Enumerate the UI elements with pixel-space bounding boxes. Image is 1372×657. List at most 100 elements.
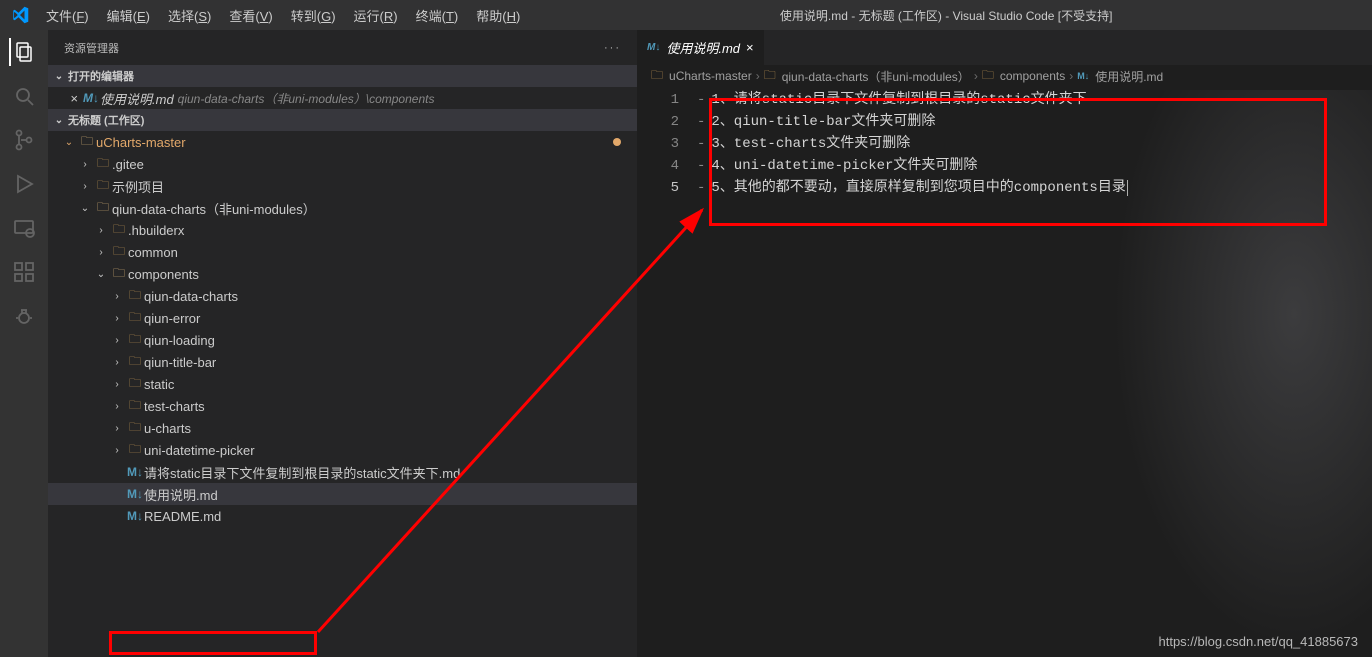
menu-item[interactable]: 编辑(E)	[99, 2, 158, 29]
line-number: 2	[637, 111, 679, 133]
tree-file[interactable]: M↓使用说明.md	[48, 483, 637, 505]
extensions-icon[interactable]	[10, 258, 38, 286]
source-control-icon[interactable]	[10, 126, 38, 154]
markdown-icon: M↓	[647, 42, 660, 53]
chevron-right-icon: ›	[110, 291, 124, 302]
line-number: 3	[637, 133, 679, 155]
markdown-icon: M↓	[126, 509, 144, 523]
chevron-right-icon: ›	[78, 159, 92, 170]
line-numbers: 12345	[637, 87, 697, 657]
activity-bar	[0, 30, 48, 657]
chevron-right-icon: ›	[756, 69, 760, 83]
run-debug-icon[interactable]	[10, 170, 38, 198]
markdown-icon: M↓	[126, 487, 144, 501]
tree-folder[interactable]: ⌄🗀components	[48, 263, 637, 285]
tree-folder[interactable]: ›🗀qiun-error	[48, 307, 637, 329]
chevron-right-icon: ›	[110, 445, 124, 456]
titlebar: 文件(F)编辑(E)选择(S)查看(V)转到(G)运行(R)终端(T)帮助(H)…	[0, 0, 1372, 30]
close-icon[interactable]: ×	[746, 40, 754, 55]
menu-item[interactable]: 运行(R)	[346, 2, 406, 29]
tree-folder[interactable]: ›🗀static	[48, 373, 637, 395]
tree-folder[interactable]: ›🗀.hbuilderx	[48, 219, 637, 241]
folder-icon: 🗀	[94, 154, 112, 175]
breadcrumb-item[interactable]: components	[1000, 69, 1065, 83]
sidebar-title: 资源管理器	[64, 40, 119, 56]
line-number: 4	[637, 155, 679, 177]
menu-item[interactable]: 文件(F)	[38, 2, 97, 29]
chevron-right-icon: ›	[110, 401, 124, 412]
git-modified-dot-icon	[613, 138, 621, 146]
menu-bar: 文件(F)编辑(E)选择(S)查看(V)转到(G)运行(R)终端(T)帮助(H)	[38, 2, 528, 29]
open-editors-section[interactable]: ⌄ 打开的编辑器	[48, 65, 637, 87]
folder-icon: 🗀	[982, 66, 994, 87]
tree-folder-root[interactable]: ⌄ 🗀 uCharts-master	[48, 131, 637, 153]
sidebar-header: 资源管理器 ···	[48, 30, 637, 65]
markdown-icon: M↓	[82, 91, 100, 105]
chevron-right-icon: ›	[110, 379, 124, 390]
folder-open-icon: 🗀	[110, 264, 128, 285]
folder-icon: 🗀	[764, 66, 776, 87]
folder-icon: 🗀	[94, 176, 112, 197]
tree-folder[interactable]: ›🗀test-charts	[48, 395, 637, 417]
menu-item[interactable]: 终端(T)	[408, 2, 467, 29]
tree-folder[interactable]: ›🗀uni-datetime-picker	[48, 439, 637, 461]
tree-folder[interactable]: ›🗀qiun-data-charts	[48, 285, 637, 307]
code-line[interactable]: -1、请将static目录下文件复制到根目录的static文件夹下	[697, 89, 1372, 111]
breadcrumb-item[interactable]: qiun-data-charts（非uni-modules）	[782, 68, 970, 85]
testing-icon[interactable]	[10, 302, 38, 330]
breadcrumbs[interactable]: 🗀 uCharts-master › 🗀 qiun-data-charts（非uni-m…	[637, 65, 1372, 87]
tree-folder[interactable]: ⌄🗀qiun-data-charts（非uni-modules）	[48, 197, 637, 219]
code-line[interactable]: -5、其他的都不要动，直接原样复制到您项目中的components目录	[697, 177, 1372, 199]
chevron-right-icon: ›	[94, 225, 108, 236]
chevron-down-icon: ⌄	[62, 137, 76, 148]
workspace-section[interactable]: ⌄ 无标题 (工作区)	[48, 109, 637, 131]
breadcrumb-item[interactable]: 使用说明.md	[1095, 68, 1163, 85]
chevron-right-icon: ›	[974, 69, 978, 83]
more-actions-icon[interactable]: ···	[604, 42, 621, 54]
explorer-icon[interactable]	[9, 38, 37, 66]
vscode-logo-icon	[8, 3, 32, 27]
chevron-right-icon: ›	[1069, 69, 1073, 83]
tab-active[interactable]: M↓ 使用说明.md ×	[637, 30, 764, 65]
folder-icon: 🗀	[126, 308, 144, 329]
menu-item[interactable]: 选择(S)	[160, 2, 219, 29]
tree-file[interactable]: M↓README.md	[48, 505, 637, 527]
code-lines[interactable]: -1、请将static目录下文件复制到根目录的static文件夹下-2、qiun…	[697, 87, 1372, 657]
close-icon[interactable]: ×	[66, 91, 82, 106]
tree-folder[interactable]: ›🗀.gitee	[48, 153, 637, 175]
explorer-sidebar: 资源管理器 ··· ⌄ 打开的编辑器 × M↓ 使用说明.md qiun-dat…	[48, 30, 637, 657]
markdown-icon: M↓	[126, 465, 144, 479]
folder-icon: 🗀	[126, 330, 144, 351]
remote-icon[interactable]	[10, 214, 38, 242]
code-line[interactable]: -2、qiun-title-bar文件夹可删除	[697, 111, 1372, 133]
chevron-right-icon: ›	[110, 357, 124, 368]
tree-folder[interactable]: ›🗀u-charts	[48, 417, 637, 439]
menu-item[interactable]: 转到(G)	[283, 2, 344, 29]
menu-item[interactable]: 帮助(H)	[468, 2, 528, 29]
code-line[interactable]: -3、test-charts文件夹可删除	[697, 133, 1372, 155]
chevron-right-icon: ›	[78, 181, 92, 192]
tree-folder[interactable]: ›🗀qiun-title-bar	[48, 351, 637, 373]
code-line[interactable]: -4、uni-datetime-picker文件夹可删除	[697, 155, 1372, 177]
folder-icon: 🗀	[126, 374, 144, 395]
code-editor[interactable]: 12345 -1、请将static目录下文件复制到根目录的static文件夹下-…	[637, 87, 1372, 657]
chevron-down-icon: ⌄	[52, 71, 66, 82]
editor-tabs: M↓ 使用说明.md ×	[637, 30, 1372, 65]
menu-item[interactable]: 查看(V)	[221, 2, 280, 29]
line-number: 1	[637, 89, 679, 111]
chevron-right-icon: ›	[94, 247, 108, 258]
tree-folder[interactable]: ›🗀示例项目	[48, 175, 637, 197]
search-icon[interactable]	[10, 82, 38, 110]
folder-icon: 🗀	[651, 66, 663, 87]
chevron-right-icon: ›	[110, 335, 124, 346]
tree-file[interactable]: M↓请将static目录下文件复制到根目录的static文件夹下.md	[48, 461, 637, 483]
folder-icon: 🗀	[110, 242, 128, 263]
open-editor-item[interactable]: × M↓ 使用说明.md qiun-data-charts（非uni-modul…	[48, 87, 637, 109]
tree-folder[interactable]: ›🗀qiun-loading	[48, 329, 637, 351]
window-title: 使用说明.md - 无标题 (工作区) - Visual Studio Code…	[528, 7, 1364, 24]
tree-folder[interactable]: ›🗀common	[48, 241, 637, 263]
line-number: 5	[637, 177, 679, 199]
file-tree: ⌄ 🗀 uCharts-master ›🗀.gitee›🗀示例项目⌄🗀qiun-…	[48, 131, 637, 527]
folder-icon: 🗀	[126, 440, 144, 461]
breadcrumb-item[interactable]: uCharts-master	[669, 69, 752, 83]
